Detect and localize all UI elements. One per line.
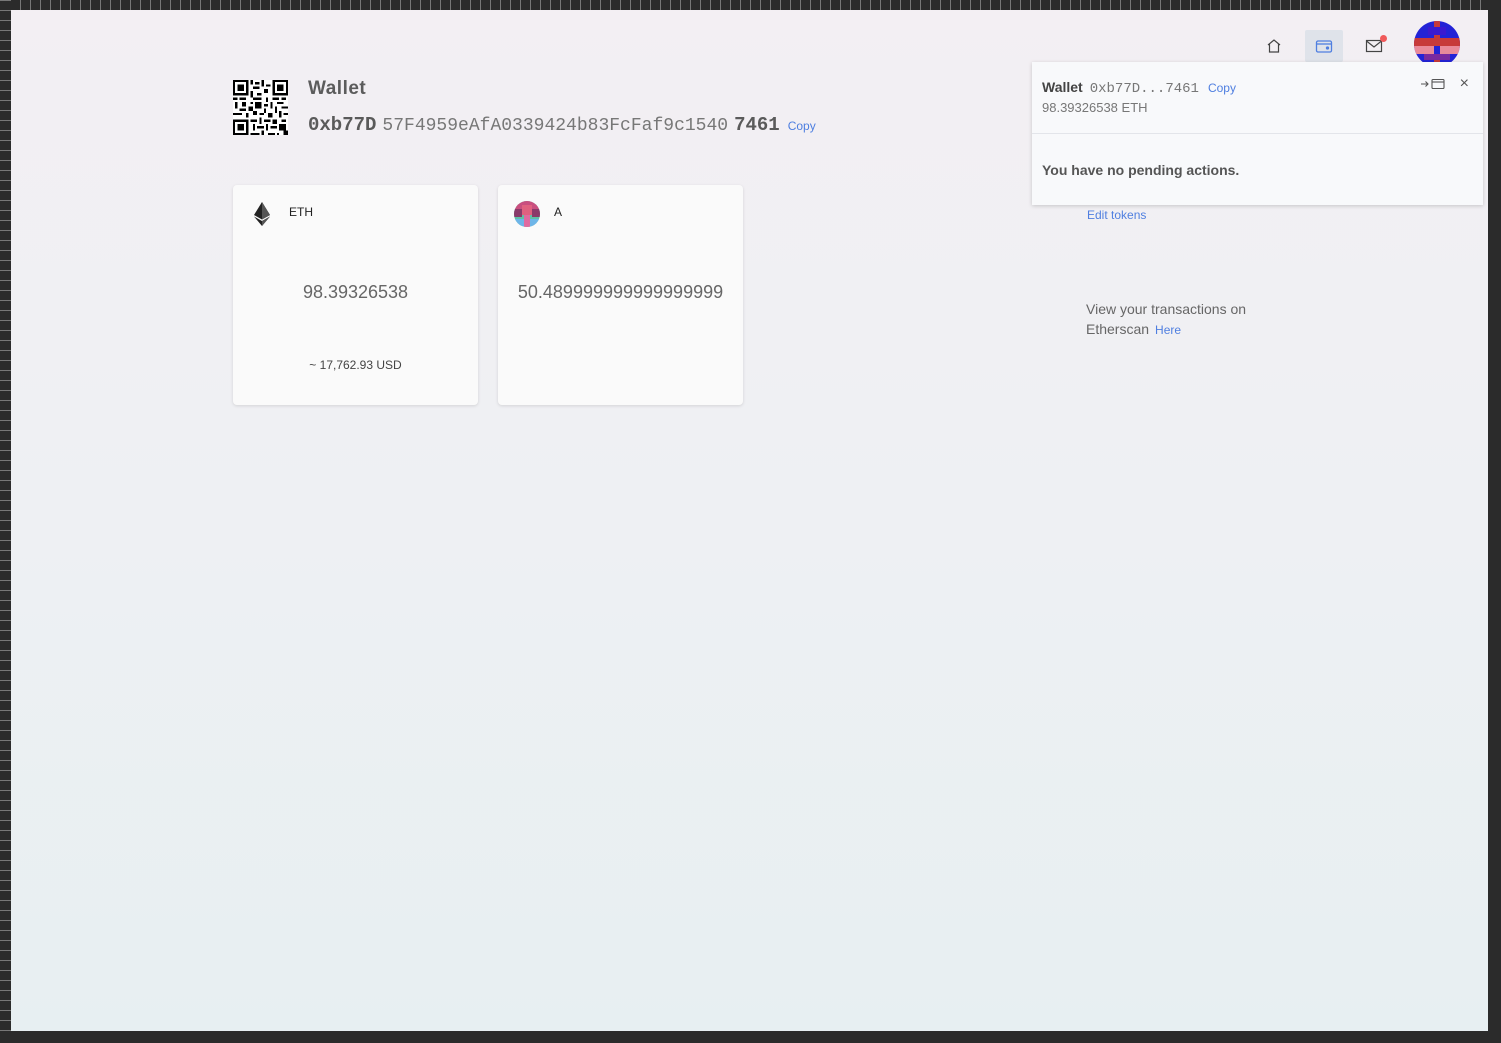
- avatar[interactable]: [1414, 21, 1460, 67]
- wallet-address: 0xb77D 57F4959eAfA0339424b83FcFaf9c1540 …: [308, 114, 816, 136]
- popover-title: Wallet: [1042, 79, 1083, 95]
- token-card-a[interactable]: A 50.489999999999999999: [498, 185, 743, 405]
- address-head: 0xb77D: [308, 114, 377, 136]
- app-canvas: Wallet 0xb77D 57F4959eAfA0339424b83FcFaf…: [11, 10, 1488, 1031]
- popover-actions: ×: [1420, 76, 1469, 92]
- token-card-eth[interactable]: ETH 98.39326538 ~ 17,762.93 USD: [233, 185, 478, 405]
- address-middle: 57F4959eAfA0339424b83FcFaf9c1540: [382, 116, 729, 136]
- popover-header: Wallet 0xb77D...7461 Copy: [1042, 79, 1236, 97]
- copy-address-button[interactable]: Copy: [788, 119, 816, 133]
- pending-actions-empty: You have no pending actions.: [1042, 162, 1240, 178]
- ruler-top: [0, 0, 1501, 10]
- ruler-right: [1488, 0, 1501, 1043]
- edit-tokens-link[interactable]: Edit tokens: [1087, 208, 1146, 222]
- notification-dot: [1380, 35, 1387, 42]
- token-symbol: ETH: [289, 205, 313, 219]
- token-symbol: A: [554, 205, 563, 219]
- wallet-icon: [1315, 40, 1333, 53]
- popover-balance: 98.39326538 ETH: [1042, 100, 1148, 115]
- popover-address: 0xb77D...7461: [1089, 81, 1199, 97]
- open-wallet-icon[interactable]: [1420, 78, 1446, 90]
- ruler-left: [0, 0, 11, 1043]
- close-popover-button[interactable]: ×: [1460, 76, 1469, 92]
- token-balance: 50.489999999999999999: [517, 282, 724, 302]
- etherscan-info: View your transactions on Etherscan Here: [1086, 299, 1276, 340]
- ruler-bottom: [0, 1031, 1501, 1043]
- wallet-popover: Wallet 0xb77D...7461 Copy 98.39326538 ET…: [1032, 62, 1483, 205]
- address-tail: 7461: [734, 114, 780, 136]
- home-icon: [1267, 39, 1281, 53]
- popover-divider: [1032, 133, 1483, 134]
- nav-mail-button[interactable]: [1355, 30, 1393, 62]
- token-balance: 98.39326538: [302, 282, 409, 302]
- popover-copy-button[interactable]: Copy: [1208, 81, 1236, 95]
- etherscan-link[interactable]: Here: [1155, 323, 1181, 337]
- user-identicon: [1414, 21, 1460, 67]
- nav-home-button[interactable]: [1255, 30, 1293, 62]
- token-usd-value: ~ 17,762.93 USD: [309, 358, 402, 372]
- page-title: Wallet: [308, 78, 367, 99]
- qr-code-icon: [233, 80, 288, 135]
- token-identicon: [514, 201, 540, 227]
- ethereum-icon: [254, 202, 270, 226]
- nav-wallet-button[interactable]: [1305, 30, 1343, 62]
